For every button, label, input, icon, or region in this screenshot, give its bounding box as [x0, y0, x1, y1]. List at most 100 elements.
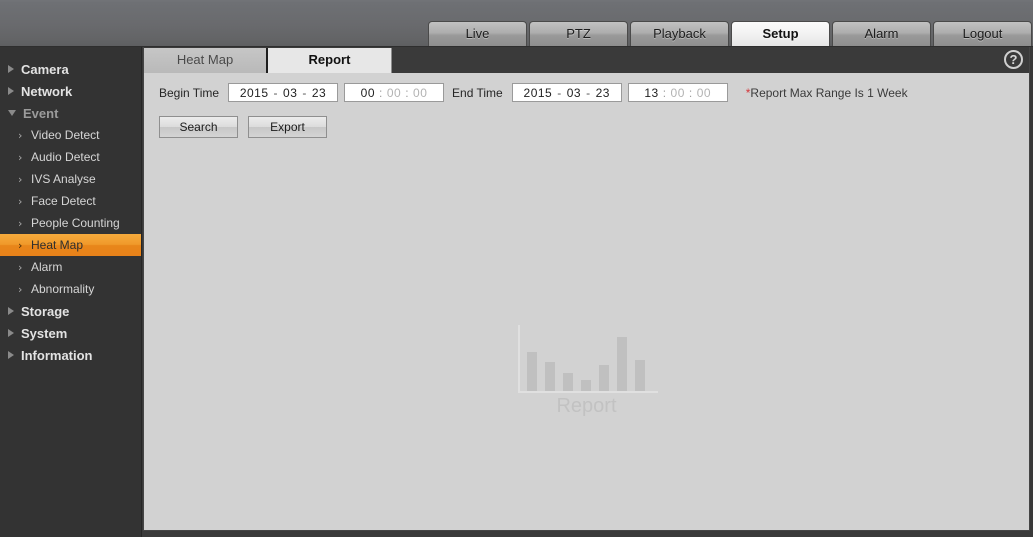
watermark-bar	[634, 360, 645, 391]
sidebar-group-storage[interactable]: Storage	[0, 300, 141, 322]
sidebar-group-label: Camera	[21, 61, 69, 77]
chevron-right-icon	[8, 87, 14, 95]
end-date-year: 2015	[523, 85, 553, 100]
sidebar-item-label: IVS Analyse	[31, 172, 96, 186]
end-time-second: 00	[696, 85, 712, 100]
watermark-bars	[526, 327, 663, 391]
sidebar-item-label: Abnormality	[31, 282, 95, 296]
sidebar-group-label: Network	[21, 83, 73, 99]
begin-date-year: 2015	[239, 85, 269, 100]
note-text: Report Max Range Is 1 Week	[750, 85, 908, 100]
date-separator: -	[586, 85, 591, 100]
chevron-icon: ›	[18, 194, 23, 208]
watermark-bar	[544, 362, 555, 391]
sidebar-item-ivs-analyse[interactable]: › IVS Analyse	[0, 168, 141, 190]
chevron-right-icon	[8, 329, 14, 337]
sidebar-group-label: Event	[23, 105, 59, 121]
content-panel: Heat Map Report ? Begin Time 2015 - 03 -…	[143, 47, 1030, 531]
watermark-bar	[598, 365, 609, 391]
begin-date-month: 03	[283, 85, 298, 100]
sidebar-navigation: Camera Network Event › Video Detect › Au…	[0, 47, 142, 537]
sidebar-group-network[interactable]: Network	[0, 80, 141, 102]
panel-tabstrip: Heat Map Report ?	[144, 47, 1029, 73]
report-panel-body: Begin Time 2015 - 03 - 23 00 : 00 : 00 E…	[144, 73, 1029, 530]
begin-time-second: 00	[413, 85, 428, 100]
begin-date-day: 23	[311, 85, 327, 100]
nav-tab-logout[interactable]: Logout	[933, 21, 1032, 46]
application-window: Live PTZ Playback Setup Alarm Logout Cam…	[0, 0, 1033, 537]
watermark-bar	[562, 373, 573, 391]
time-filter-row: Begin Time 2015 - 03 - 23 00 : 00 : 00 E…	[144, 73, 1029, 102]
nav-tab-playback[interactable]: Playback	[630, 21, 729, 46]
max-range-note: *Report Max Range Is 1 Week	[746, 86, 908, 100]
begin-time-minute: 00	[386, 85, 402, 100]
sidebar-item-people-counting[interactable]: › People Counting	[0, 212, 141, 234]
chevron-icon: ›	[18, 172, 23, 186]
tab-heat-map[interactable]: Heat Map	[144, 48, 268, 73]
begin-time-input[interactable]: 00 : 00 : 00	[344, 83, 445, 102]
date-separator: -	[557, 85, 562, 100]
time-separator: :	[379, 85, 383, 100]
nav-tab-alarm[interactable]: Alarm	[832, 21, 931, 46]
sidebar-item-label: Heat Map	[31, 238, 84, 252]
watermark-bar	[616, 337, 627, 391]
sidebar-group-information[interactable]: Information	[0, 344, 141, 366]
sidebar-item-video-detect[interactable]: › Video Detect	[0, 124, 141, 146]
watermark-bar	[580, 379, 591, 391]
end-date-input[interactable]: 2015 - 03 - 23	[511, 83, 622, 102]
time-separator: :	[688, 85, 693, 100]
end-date-month: 03	[566, 85, 582, 100]
nav-tab-setup[interactable]: Setup	[731, 21, 830, 46]
chevron-icon: ›	[18, 260, 23, 274]
sidebar-item-label: Alarm	[31, 260, 63, 274]
time-separator: :	[662, 85, 667, 100]
export-button[interactable]: Export	[248, 116, 327, 138]
sidebar-item-label: Face Detect	[31, 194, 96, 208]
end-time-input[interactable]: 13 : 00 : 00	[627, 83, 728, 102]
nav-tab-ptz[interactable]: PTZ	[529, 21, 628, 46]
sidebar-group-event[interactable]: Event	[0, 102, 141, 124]
chevron-icon: ›	[18, 128, 23, 142]
chevron-icon: ›	[18, 150, 23, 164]
watermark-axis-y	[517, 325, 520, 391]
search-button[interactable]: Search	[159, 116, 238, 138]
sidebar-item-face-detect[interactable]: › Face Detect	[0, 190, 141, 212]
chevron-right-icon	[8, 351, 14, 359]
sidebar-group-label: System	[21, 325, 68, 341]
watermark-bar	[526, 351, 537, 391]
sidebar-group-label: Information	[21, 347, 93, 363]
sidebar-item-abnormality[interactable]: › Abnormality	[0, 278, 141, 300]
sidebar-item-label: Audio Detect	[31, 150, 100, 164]
chevron-icon: ›	[18, 282, 23, 296]
action-button-row: Search Export	[144, 102, 1029, 138]
chevron-icon: ›	[18, 216, 23, 230]
chevron-down-icon	[8, 110, 16, 116]
sidebar-item-heat-map[interactable]: › Heat Map	[0, 234, 141, 256]
date-separator: -	[273, 85, 279, 100]
help-icon[interactable]: ?	[1004, 50, 1023, 69]
watermark-chart	[512, 325, 662, 393]
begin-time-hour: 00	[360, 85, 375, 100]
date-separator: -	[302, 85, 307, 100]
top-navigation: Live PTZ Playback Setup Alarm Logout	[428, 20, 1033, 46]
sidebar-item-label: People Counting	[31, 216, 120, 230]
sidebar-item-label: Video Detect	[31, 128, 100, 142]
end-time-minute: 00	[670, 85, 685, 100]
begin-time-label: Begin Time	[159, 85, 220, 100]
time-separator: :	[405, 85, 410, 100]
sidebar-group-camera[interactable]: Camera	[0, 58, 141, 80]
sidebar-item-alarm[interactable]: › Alarm	[0, 256, 141, 278]
sidebar-group-label: Storage	[21, 303, 70, 319]
end-date-day: 23	[595, 85, 610, 100]
end-time-label: End Time	[452, 85, 503, 100]
sidebar-item-audio-detect[interactable]: › Audio Detect	[0, 146, 141, 168]
begin-date-input[interactable]: 2015 - 03 - 23	[228, 83, 339, 102]
chevron-icon: ›	[18, 238, 23, 252]
end-time-hour: 13	[644, 85, 659, 100]
tab-report[interactable]: Report	[268, 48, 392, 73]
chevron-right-icon	[8, 65, 14, 73]
watermark-label: Report	[556, 395, 617, 417]
watermark-axis-x	[517, 391, 658, 393]
sidebar-group-system[interactable]: System	[0, 322, 141, 344]
nav-tab-live[interactable]: Live	[428, 21, 527, 46]
